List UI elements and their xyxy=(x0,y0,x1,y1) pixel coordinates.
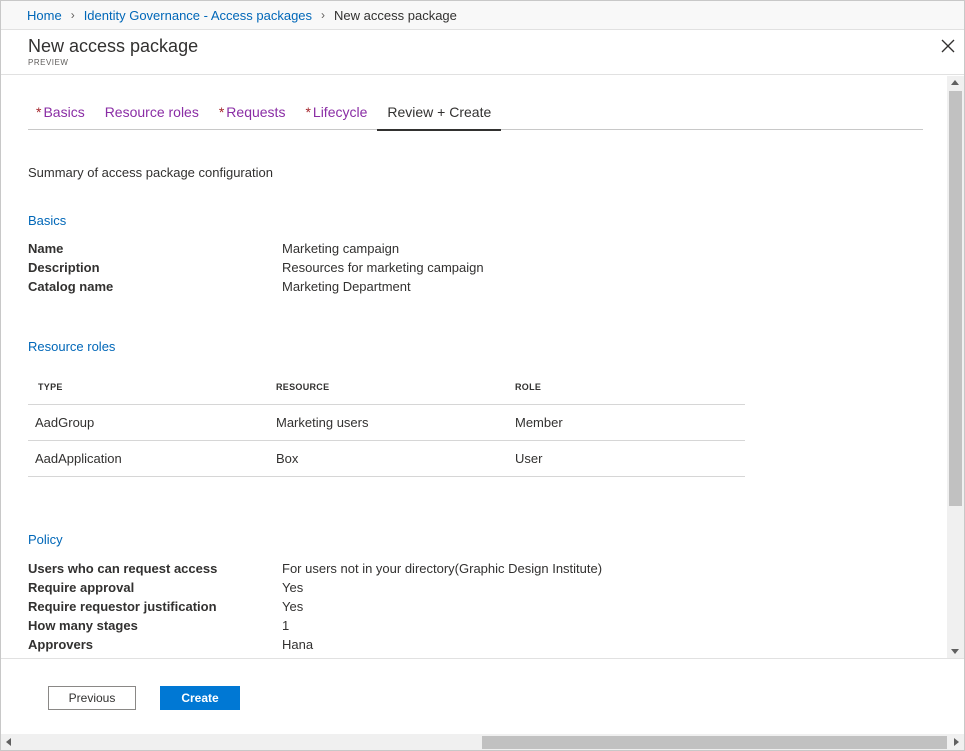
detail-value: 1 xyxy=(282,618,290,633)
detail-key: How many stages xyxy=(28,618,138,633)
column-header-resource: RESOURCE xyxy=(276,382,330,392)
tab-lifecycle[interactable]: * Lifecycle xyxy=(295,98,377,130)
horizontal-scroll-thumb[interactable] xyxy=(482,736,947,749)
close-icon-glyph xyxy=(941,39,955,53)
previous-button[interactable]: Previous xyxy=(48,686,136,710)
detail-key: Users who can request access xyxy=(28,561,218,576)
breadcrumb: Home › Identity Governance - Access pack… xyxy=(1,1,964,30)
required-marker: * xyxy=(36,104,42,120)
detail-key: Catalog name xyxy=(28,279,114,294)
detail-value: Resources for marketing campaign xyxy=(282,260,484,275)
policy-details: Users who can request access For users n… xyxy=(28,559,828,654)
detail-key: Require requestor justification xyxy=(28,599,217,614)
table-row: AadApplication Box User xyxy=(28,441,745,477)
detail-key: Name xyxy=(28,241,64,256)
cell-role: User xyxy=(515,451,543,466)
scroll-left-icon[interactable] xyxy=(6,738,11,746)
resource-roles-table: TYPE RESOURCE ROLE AadGroup Marketing us… xyxy=(28,370,745,477)
cell-type: AadGroup xyxy=(35,415,95,430)
required-marker: * xyxy=(218,104,225,120)
detail-row: How many stages 1 xyxy=(28,616,828,635)
tab-basics[interactable]: * Basics xyxy=(28,98,95,130)
detail-value: Marketing Department xyxy=(282,279,411,294)
create-button[interactable]: Create xyxy=(160,686,240,710)
detail-value: Yes xyxy=(282,599,304,614)
scroll-right-icon[interactable] xyxy=(954,738,959,746)
column-header-type: TYPE xyxy=(38,382,63,392)
horizontal-scrollbar[interactable] xyxy=(1,734,964,750)
blade-footer: Previous Create xyxy=(1,658,964,734)
detail-value: For users not in your directory(Graphic … xyxy=(282,561,603,576)
detail-row: Require approval Yes xyxy=(28,578,828,597)
basics-section-title: Basics xyxy=(28,213,67,228)
policy-section-title: Policy xyxy=(28,532,63,547)
vertical-scrollbar[interactable] xyxy=(947,76,964,658)
breadcrumb-identity-governance[interactable]: Identity Governance - Access packages xyxy=(84,8,312,23)
detail-value: Marketing campaign xyxy=(282,241,400,256)
chevron-right-icon: › xyxy=(70,8,75,22)
detail-row: Users who can request access For users n… xyxy=(28,559,828,578)
cell-resource: Box xyxy=(276,451,299,466)
cell-type: AadApplication xyxy=(35,451,122,466)
column-header-role: ROLE xyxy=(515,382,542,392)
detail-key: Description xyxy=(28,260,100,275)
detail-key: Require approval xyxy=(28,580,135,595)
tab-label: Requests xyxy=(226,104,286,120)
detail-row: Approvers Hana xyxy=(28,635,828,654)
required-marker: * xyxy=(305,104,311,120)
wizard-tabs: * Basics Resource roles * Requests * Lifecy… xyxy=(28,98,923,131)
blade-window: Home › Identity Governance - Access pack… xyxy=(0,0,965,751)
resource-roles-section-title: Resource roles xyxy=(28,339,116,354)
cell-role: Member xyxy=(515,415,563,430)
table-row: AadGroup Marketing users Member xyxy=(28,405,745,441)
tab-resource-roles[interactable]: Resource roles xyxy=(95,98,209,130)
tab-review-create[interactable]: Review + Create xyxy=(377,98,502,131)
blade-content: * Basics Resource roles * Requests * Lifecy… xyxy=(1,76,947,658)
detail-row: Name Marketing campaign xyxy=(28,239,828,258)
detail-value: Yes xyxy=(282,580,304,595)
detail-value: Hana xyxy=(282,637,314,652)
tab-requests[interactable]: * Requests xyxy=(209,98,296,130)
basics-details: Name Marketing campaign Description Reso… xyxy=(28,239,828,296)
cell-resource: Marketing users xyxy=(276,415,369,430)
detail-row: Catalog name Marketing Department xyxy=(28,277,828,296)
breadcrumb-current: New access package xyxy=(334,7,457,23)
scroll-up-icon[interactable] xyxy=(951,80,959,85)
tab-label: Resource roles xyxy=(104,104,199,120)
tab-label: Review + Create xyxy=(387,104,492,120)
tab-label: Basics xyxy=(43,104,85,120)
detail-row: Require requestor justification Yes xyxy=(28,597,828,616)
close-icon[interactable] xyxy=(938,36,958,56)
page-title: New access package xyxy=(28,36,199,56)
summary-text: Summary of access package configuration xyxy=(28,165,273,180)
tab-label: Lifecycle xyxy=(312,104,368,120)
vertical-scroll-thumb[interactable] xyxy=(949,91,962,506)
scroll-down-icon[interactable] xyxy=(951,649,959,654)
breadcrumb-home[interactable]: Home xyxy=(27,8,62,23)
chevron-right-icon: › xyxy=(321,8,326,22)
detail-key: Approvers xyxy=(28,637,94,652)
detail-row: Description Resources for marketing camp… xyxy=(28,258,828,277)
blade-header: New access package PREVIEW xyxy=(1,30,964,75)
table-header: TYPE RESOURCE ROLE xyxy=(28,370,745,405)
preview-label: PREVIEW xyxy=(28,58,69,67)
